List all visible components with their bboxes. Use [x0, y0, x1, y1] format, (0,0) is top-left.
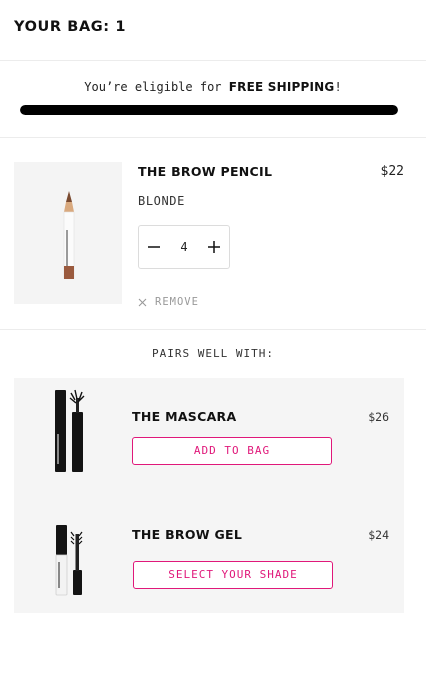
recommendation-item: THE MASCARA $26 ADD TO BAG [14, 384, 404, 484]
mascara-icon [55, 389, 85, 472]
close-icon [138, 298, 147, 306]
quantity-decrease-button[interactable] [139, 226, 169, 268]
cart-item: THE BROW PENCIL $22 BLONDE 4 REMOVE [0, 138, 426, 330]
mascara-image[interactable] [26, 384, 118, 480]
brow-pencil-image[interactable] [14, 162, 122, 304]
recommendation-price: $26 [368, 410, 389, 424]
brow-gel-icon [55, 525, 83, 596]
recommendation-price: $24 [368, 528, 389, 542]
shipping-progress-bar [20, 105, 398, 115]
bag-header: YOUR BAG: 1 [0, 0, 426, 61]
quantity-value[interactable]: 4 [169, 226, 199, 268]
recommendation-name[interactable]: THE MASCARA [132, 409, 236, 424]
brow-gel-image[interactable] [26, 506, 118, 602]
item-name[interactable]: THE BROW PENCIL [138, 164, 272, 179]
remove-label: REMOVE [155, 296, 199, 308]
recommendation-name[interactable]: THE BROW GEL [132, 527, 242, 542]
pairs-well-with-heading: PAIRS WELL WITH: [152, 347, 274, 360]
minus-icon [148, 246, 160, 248]
remove-item-button[interactable]: REMOVE [138, 295, 199, 309]
shipping-progress-fill [20, 105, 398, 115]
item-price: $22 [380, 164, 404, 179]
recommendation-item: THE BROW GEL $24 SELECT YOUR SHADE [14, 506, 404, 606]
shipping-suffix: ! [334, 80, 342, 94]
brow-pencil-icon [63, 191, 75, 279]
quantity-increase-button[interactable] [199, 226, 229, 268]
pairs-well-with-panel: THE MASCARA $26 ADD TO BAG THE BROW GEL … [14, 378, 404, 613]
item-shade: BLONDE [138, 194, 185, 208]
quantity-stepper: 4 [138, 225, 230, 269]
select-your-shade-button[interactable]: SELECT YOUR SHADE [133, 561, 333, 589]
add-to-bag-button[interactable]: ADD TO BAG [132, 437, 332, 465]
bag-title: YOUR BAG: 1 [14, 19, 127, 35]
shipping-prefix: You’re eligible for [84, 80, 229, 94]
free-shipping-banner: You’re eligible for FREE SHIPPING! [0, 61, 426, 138]
plus-icon [208, 241, 220, 253]
shipping-message: You’re eligible for FREE SHIPPING! [0, 80, 426, 94]
shipping-highlight: FREE SHIPPING [228, 80, 335, 94]
